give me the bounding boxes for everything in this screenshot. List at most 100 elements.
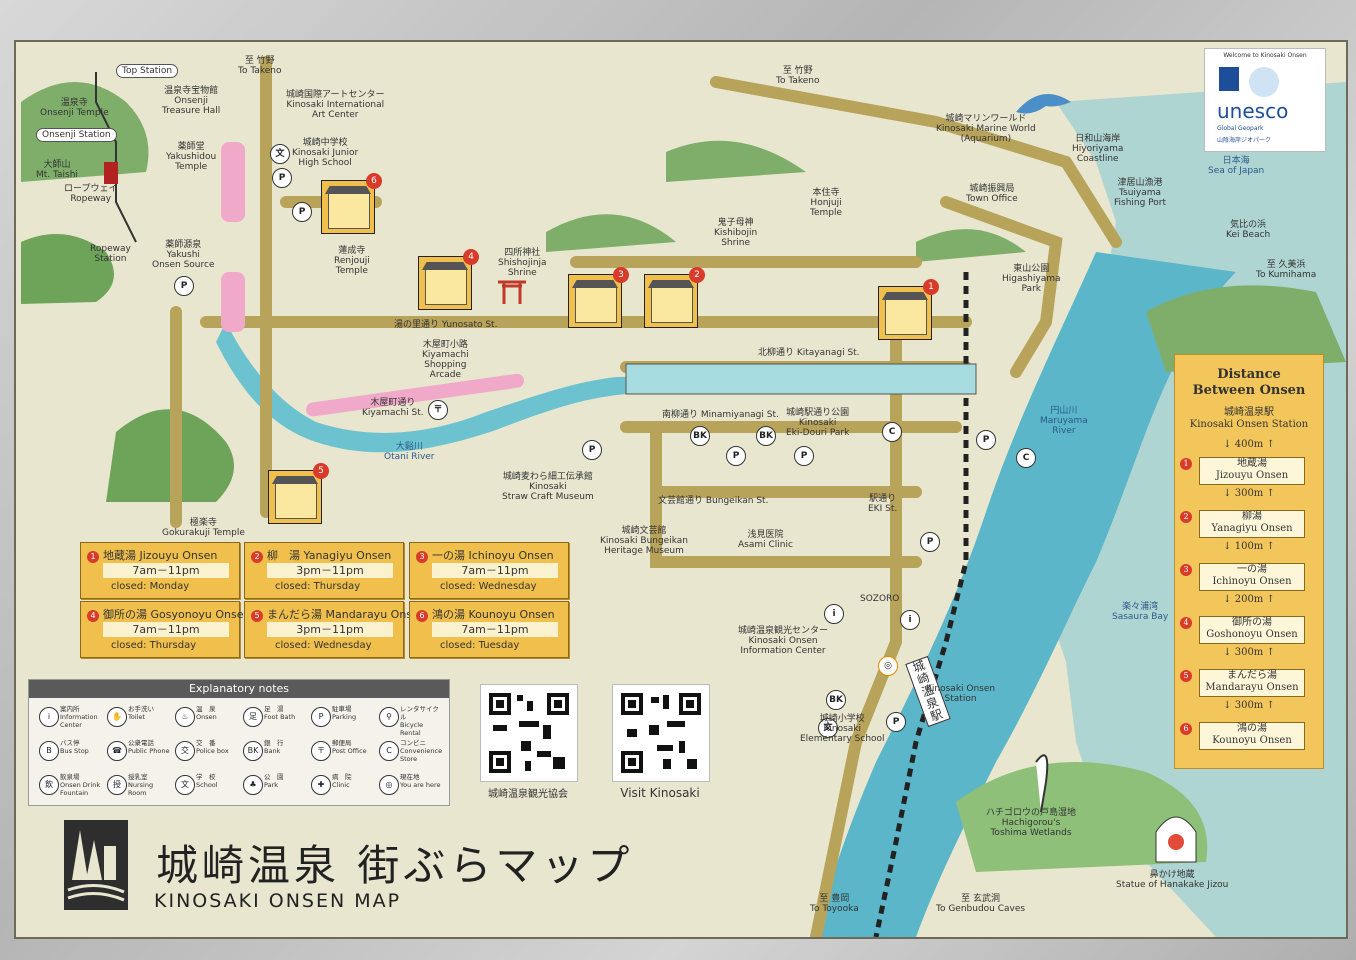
distance-onsen-number: 5 <box>1180 670 1192 682</box>
onsen-card-num: 6 <box>416 610 428 622</box>
label-ropeway-station: Ropeway Station <box>90 244 131 264</box>
onsen-card-closed: closed: Tuesday <box>440 640 520 651</box>
label-to-takeno-1: 至 竹野 To Takeno <box>238 56 282 76</box>
map-onsen-3-number: 3 <box>613 267 629 283</box>
label-kiyamachi-st: 木屋町通り Kiyamachi St. <box>362 398 424 418</box>
onsen-card-6[interactable]: 6 鴻の湯 Kounoyu Onsen 7am－11pm closed: Tues… <box>409 601 569 658</box>
legend-icon: 授 <box>107 775 127 795</box>
onsen-card-hours: 7am－11pm <box>432 622 558 637</box>
label-bungeikan: 城崎文芸館 Kinosaki Bungeikan Heritage Museum <box>600 526 688 556</box>
post-office-icon: 〒 <box>428 400 448 420</box>
onsen-card-hours: 7am－11pm <box>103 563 229 578</box>
legend-item: B バス停 Bus Stop <box>39 738 105 766</box>
label-kiyamachi-arcade: 木屋町小路 Kiyamachi Shopping Arcade <box>422 340 469 380</box>
distance-gap: ↓ 300m ↑ <box>1223 700 1275 711</box>
legend-text: 交 番 Police box <box>196 739 229 755</box>
map-onsen-1-icon[interactable]: 1 <box>878 279 939 340</box>
label-info-center: 城崎温泉観光センター Kinosaki Onsen Information Ce… <box>738 626 829 656</box>
onsen-card-name: 地蔵湯 Jizouyu Onsen <box>103 549 218 562</box>
bank-icon: BK <box>756 426 776 446</box>
legend-icon: P <box>311 707 331 727</box>
legend-icon: 〒 <box>311 741 331 761</box>
onsen-card-name: まんだら湯 Mandarayu Onsen <box>267 608 426 621</box>
convenience-store-icon: C <box>882 422 902 442</box>
onsen-card-closed: closed: Thursday <box>111 640 197 651</box>
legend-text: コンビニ Convenience Store <box>400 739 443 763</box>
legend-item: ☎ 公衆電話 Public Phone <box>107 738 173 766</box>
map-onsen-6-icon[interactable]: 6 <box>321 173 382 234</box>
label-kei-beach: 気比の浜 Kei Beach <box>1226 220 1271 240</box>
label-yunosato-st: 湯の里通り Yunosato St. <box>394 320 498 330</box>
legend-text: 授乳室 Nursing Room <box>128 773 154 797</box>
legend-text: 駐車場 Parking <box>332 705 357 721</box>
onsen-card-hours: 7am－11pm <box>103 622 229 637</box>
unesco-badge: Welcome to Kinosaki Onsen unesco Global … <box>1204 48 1326 152</box>
map-onsen-2-icon[interactable]: 2 <box>644 267 705 328</box>
legend-text: 公 園 Park <box>264 773 284 789</box>
label-town-office: 城崎振興局 Town Office <box>966 184 1018 204</box>
label-to-genbudou: 至 玄武洞 To Genbudou Caves <box>936 894 1026 914</box>
parking-icon: P <box>726 446 746 466</box>
qr-code-kankokyokai[interactable] <box>480 684 578 782</box>
onsen-card-name: 一の湯 Ichinoyu Onsen <box>432 549 554 562</box>
distance-onsen-item: 1 地蔵湯 Jizouyu Onsen <box>1180 457 1305 485</box>
legend-icon: ✋ <box>107 707 127 727</box>
onsen-card-4[interactable]: 4 御所の湯 Gosyonoyu Onsen 7am－11pm closed: T… <box>80 601 251 658</box>
label-art-center: 城崎国際アートセンター Kinosaki International Art C… <box>286 90 385 120</box>
distance-gap: ↓ 300m ↑ <box>1223 488 1275 499</box>
label-bungeikan-st: 文芸館通り Bungeikan St. <box>658 496 769 506</box>
hill-n <box>666 140 806 182</box>
distance-onsen-name: まんだら湯 Mandarayu Onsen <box>1205 670 1299 693</box>
label-mt-taishi: 大師山 Mt. Taishi <box>36 160 78 180</box>
legend-icon: 足 <box>243 707 263 727</box>
distance-gap: ↓ 100m ↑ <box>1223 541 1275 552</box>
label-to-kumihama: 至 久美浜 To Kumihama <box>1256 260 1317 280</box>
legend-item: 足足 湯 Foot Bath <box>243 704 309 732</box>
map-title-en: KINOSAKI ONSEN MAP <box>154 890 402 912</box>
legend-text: 案内所 Information Center <box>60 705 98 729</box>
parking-icon: P <box>174 276 194 296</box>
distance-panel: Distance Between Onsen 城崎温泉駅 Kinosaki On… <box>1174 354 1324 769</box>
map-onsen-4-icon[interactable]: 4 <box>418 249 479 310</box>
onsen-card-hours: 3pm－11pm <box>267 563 393 578</box>
label-yakushidou: 薬師堂 Yakushidou Temple <box>166 142 217 172</box>
distance-onsen-item: 3 一の湯 Ichinoyu Onsen <box>1180 563 1305 591</box>
label-hiyoriyama: 日和山海岸 Hiyoriyama Coastline <box>1072 134 1124 164</box>
onsen-card-3[interactable]: 3 一の湯 Ichinoyu Onsen 7am－11pm closed: Wed… <box>409 542 569 599</box>
distance-onsen-item: 5 まんだら湯 Mandarayu Onsen <box>1180 669 1305 697</box>
distance-gap: ↓ 300m ↑ <box>1223 647 1275 658</box>
info-center-icon[interactable]: i <box>900 610 920 630</box>
hill-east <box>916 229 1026 262</box>
parking-icon: P <box>976 430 996 450</box>
label-eki-st: 駅通り EKI St. <box>868 494 898 514</box>
onsen-card-num: 2 <box>251 551 263 563</box>
qr-code-visit-kinosaki[interactable] <box>612 684 710 782</box>
onsen-card-5[interactable]: 5 まんだら湯 Mandarayu Onsen 3pm－11pm closed: … <box>244 601 426 658</box>
info-center-icon[interactable]: i <box>824 604 844 624</box>
onsen-card-closed: closed: Monday <box>111 581 190 592</box>
legend-item: i 案内所 Information Center <box>39 704 105 732</box>
map-onsen-1-number: 1 <box>923 279 939 295</box>
map-onsen-3-icon[interactable]: 3 <box>568 267 629 328</box>
legend-item: ✚ 病 院 Clinic <box>311 772 377 800</box>
legend-text: 飲泉場 Onsen Drink Fountain <box>60 773 101 797</box>
distance-onsen-number: 6 <box>1180 723 1192 735</box>
legend-text: 郵便局 Post Office <box>332 739 367 755</box>
map-onsen-5-icon[interactable]: 5 <box>268 463 329 524</box>
legend-item: ◎ 現在地 You are here <box>379 772 445 800</box>
label-maruyama-river: 円山川 Maruyama River <box>1040 406 1088 436</box>
onsen-card-1[interactable]: 1 地蔵湯 Jizouyu Onsen 7am－11pm closed: Mond… <box>80 542 240 599</box>
onsen-card-num: 1 <box>87 551 99 563</box>
legend-text: 病 院 Clinic <box>332 773 352 789</box>
parking-icon: P <box>886 712 906 732</box>
onsen-card-2[interactable]: 2 柳 湯 Yanagiyu Onsen 3pm－11pm closed: Thu… <box>244 542 404 599</box>
distance-onsen-name: 地蔵湯 Jizouyu Onsen <box>1215 458 1289 481</box>
legend-text: 学 校 School <box>196 773 218 789</box>
label-elementary: 城崎小学校 Kinosaki Elementary School <box>800 714 885 744</box>
distance-onsen-item: 6 鴻の湯 Kounoyu Onsen <box>1180 722 1305 750</box>
label-sasaura-bay: 楽々浦湾 Sasaura Bay <box>1112 602 1169 622</box>
legend-item: 授授乳室 Nursing Room <box>107 772 173 800</box>
parking-icon: P <box>292 202 312 222</box>
distance-station: 城崎温泉駅 Kinosaki Onsen Station <box>1189 407 1309 430</box>
legend-icon: ✚ <box>311 775 331 795</box>
